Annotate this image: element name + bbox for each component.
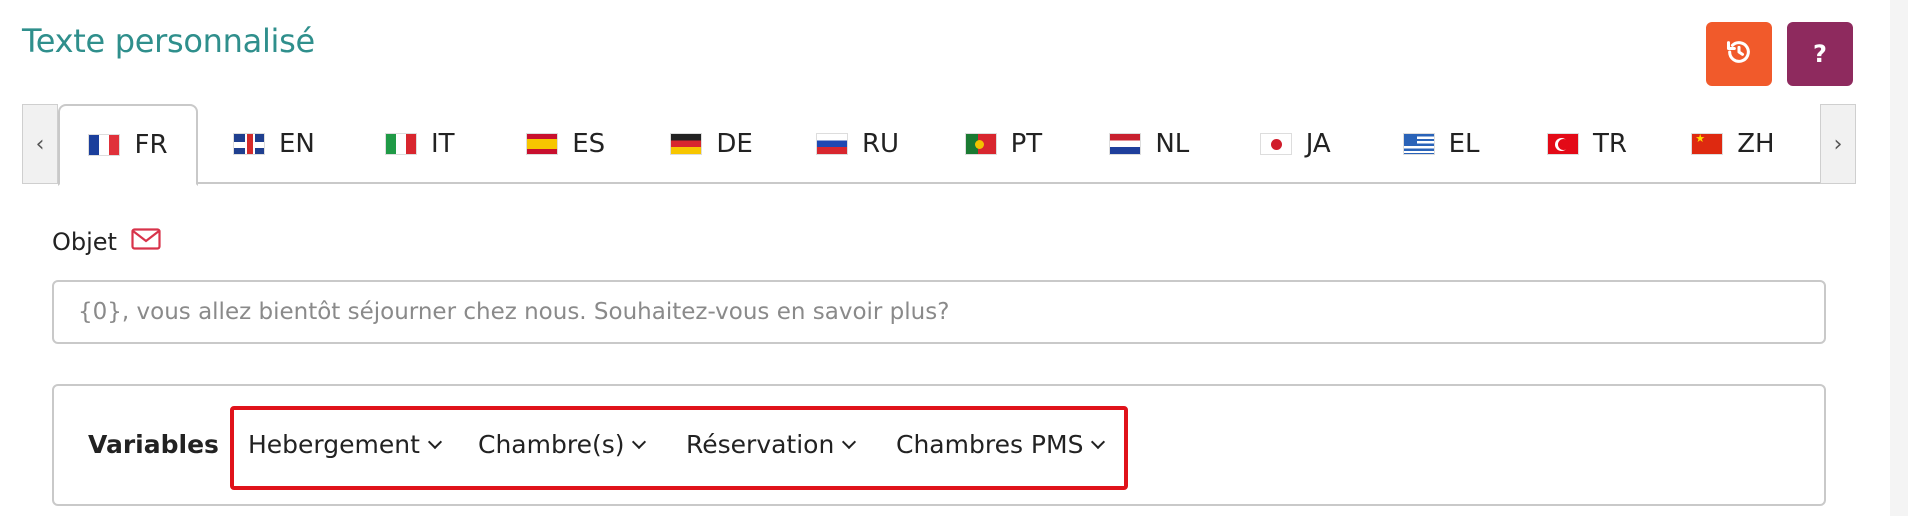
tab-label: PT — [1010, 129, 1043, 159]
objet-label-row: Objet — [52, 228, 161, 256]
tab-label: TR — [1593, 129, 1627, 159]
tab-de[interactable]: DE — [642, 104, 782, 184]
history-button[interactable] — [1706, 22, 1772, 86]
tab-en[interactable]: EN — [204, 104, 344, 184]
tab-nl[interactable]: NL — [1079, 104, 1219, 184]
menu-chambres[interactable]: Chambre(s) — [478, 430, 647, 459]
tab-it[interactable]: IT — [350, 104, 490, 184]
history-icon — [1725, 38, 1753, 70]
flag-nl-icon — [1109, 133, 1142, 155]
objet-input[interactable] — [52, 280, 1826, 344]
flag-el-icon — [1402, 133, 1435, 155]
chevron-down-icon — [632, 434, 647, 449]
page-scrollbar[interactable] — [1890, 0, 1908, 516]
tab-label: DE — [716, 129, 753, 159]
tab-label: FR — [134, 130, 168, 160]
flag-fr-icon — [88, 134, 121, 156]
tab-el[interactable]: EL — [1371, 104, 1511, 184]
menu-label: Chambre(s) — [478, 430, 625, 459]
flag-zh-icon — [1691, 132, 1724, 155]
menu-reservation[interactable]: Réservation — [686, 430, 857, 459]
tabs-prev-button[interactable]: ‹ — [22, 104, 58, 184]
menu-hebergement[interactable]: Hebergement — [248, 430, 442, 459]
tab-label: IT — [431, 129, 455, 159]
tab-fr[interactable]: FR — [58, 104, 198, 186]
tabs-next-button[interactable]: › — [1820, 104, 1856, 184]
flag-pt-icon — [964, 133, 997, 155]
flag-de-icon — [670, 133, 703, 155]
menu-label: Chambres PMS — [896, 430, 1084, 459]
chevron-left-icon: ‹ — [35, 131, 45, 157]
tab-label: EN — [278, 129, 315, 159]
tab-zh[interactable]: ZH — [1663, 104, 1803, 184]
flag-it-icon — [385, 133, 418, 155]
chevron-down-icon — [427, 434, 442, 449]
tab-label: ES — [572, 129, 606, 159]
chevron-right-icon: › — [1833, 131, 1843, 157]
tab-label: EL — [1448, 129, 1480, 159]
objet-label: Objet — [52, 228, 117, 256]
mail-icon — [131, 228, 161, 256]
variables-label: Variables — [88, 430, 219, 459]
tab-ja[interactable]: JA — [1225, 104, 1365, 184]
menu-label: Réservation — [686, 430, 835, 459]
chevron-down-icon — [842, 434, 857, 449]
variables-panel: Variables Hebergement Chambre(s) Réserva… — [52, 384, 1826, 506]
flag-tr-icon — [1547, 133, 1580, 155]
page-title: Texte personnalisé — [22, 22, 315, 60]
tab-tr[interactable]: TR — [1517, 104, 1657, 184]
flag-ja-icon — [1259, 133, 1292, 155]
flag-en-icon — [232, 133, 265, 155]
tab-ru[interactable]: RU — [788, 104, 928, 184]
tab-pt[interactable]: PT — [933, 104, 1073, 184]
chevron-down-icon — [1091, 434, 1106, 449]
flag-ru-icon — [815, 133, 848, 155]
tab-label: NL — [1155, 129, 1190, 159]
flag-es-icon — [526, 133, 559, 155]
tab-es[interactable]: ES — [496, 104, 636, 184]
tab-label: ZH — [1737, 129, 1775, 159]
tab-label: JA — [1305, 129, 1331, 159]
menu-chambres-pms[interactable]: Chambres PMS — [896, 430, 1106, 459]
help-label: ? — [1813, 40, 1827, 68]
language-tabs: ‹ FR EN IT ES DE RU PT NL JA EL TR ZH › — [22, 104, 1856, 186]
tab-label: RU — [861, 129, 900, 159]
help-button[interactable]: ? — [1787, 22, 1853, 86]
menu-label: Hebergement — [248, 430, 420, 459]
